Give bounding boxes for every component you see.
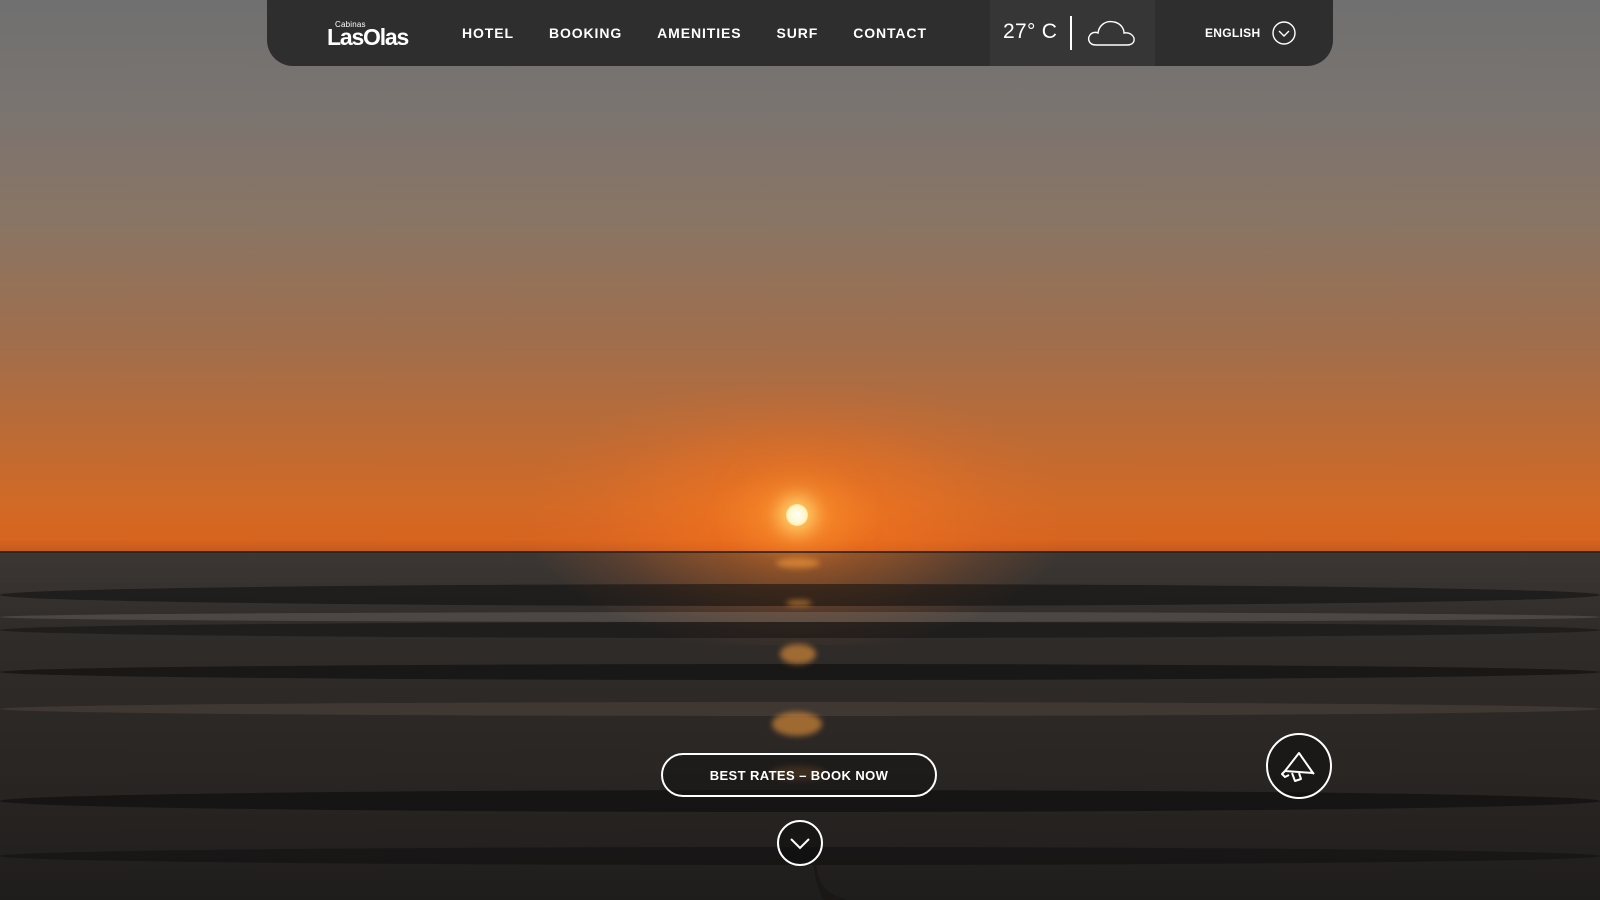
hero-section: Cabinas LasOlas HOTEL BOOKING AMENITIES …: [0, 0, 1600, 900]
chevron-down-icon: [790, 838, 810, 850]
promo-button[interactable]: [1266, 733, 1332, 799]
chevron-down-icon: [1272, 21, 1297, 45]
scroll-down-button[interactable]: [777, 820, 823, 866]
nav-item-surf[interactable]: SURF: [776, 25, 818, 41]
main-nav: HOTEL BOOKING AMENITIES SURF CONTACT: [462, 0, 962, 66]
sun-reflection: [776, 558, 820, 568]
sun: [786, 504, 808, 526]
language-selector[interactable]: ENGLISH: [1205, 0, 1297, 66]
logo[interactable]: Cabinas LasOlas: [327, 18, 419, 50]
wave: [0, 664, 1600, 680]
language-label: ENGLISH: [1205, 26, 1261, 40]
wave: [0, 612, 1600, 622]
nav-item-contact[interactable]: CONTACT: [853, 25, 927, 41]
megaphone-icon: [1281, 752, 1315, 782]
nav-item-hotel[interactable]: HOTEL: [462, 25, 514, 41]
nav-item-booking[interactable]: BOOKING: [549, 25, 622, 41]
temperature: 27° C: [1003, 20, 1058, 43]
sun-reflection: [772, 712, 822, 736]
nav-item-amenities[interactable]: AMENITIES: [657, 25, 741, 41]
cloud-icon: [1087, 20, 1135, 46]
weather-widget: 27° C: [990, 0, 1155, 66]
sun-reflection: [786, 600, 812, 606]
weather-divider: [1070, 16, 1072, 50]
logo-brand-text: LasOlas: [327, 24, 409, 50]
top-navbar: Cabinas LasOlas HOTEL BOOKING AMENITIES …: [267, 0, 1333, 66]
sun-reflection: [780, 644, 816, 664]
book-now-button[interactable]: BEST RATES – BOOK NOW: [661, 753, 937, 797]
wave: [0, 622, 1600, 638]
